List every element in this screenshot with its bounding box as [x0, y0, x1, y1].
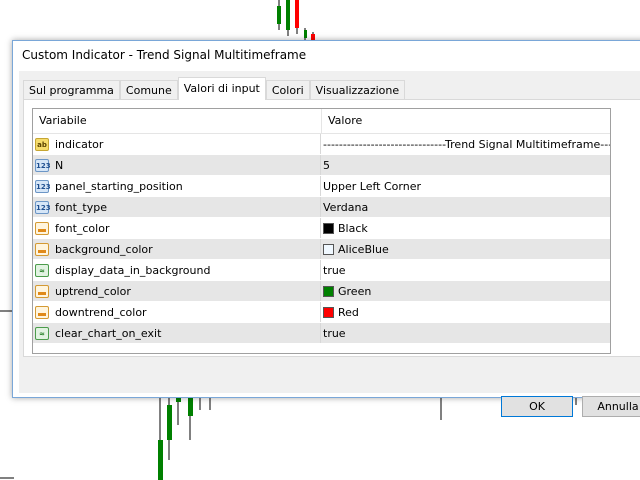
- table-row[interactable]: 123 panel_starting_position Upper Left Cor…: [33, 176, 610, 197]
- value-text: Black: [338, 221, 368, 235]
- color-swatch: [323, 243, 334, 255]
- color-icon: [35, 242, 49, 256]
- table-row[interactable]: ab indicator -----------------------------…: [33, 134, 610, 155]
- tab-comune[interactable]: Comune: [119, 80, 178, 100]
- value-cell[interactable]: Green: [321, 281, 610, 301]
- value-cell[interactable]: Verdana: [321, 197, 610, 217]
- tab-valori-di-input[interactable]: Valori di input: [177, 77, 266, 100]
- value-text: Verdana: [323, 200, 369, 214]
- table-row[interactable]: 123 N 5: [33, 155, 610, 176]
- table-row[interactable]: ≈ clear_chart_on_exit true: [33, 323, 610, 344]
- variable-name: display_data_in_background: [55, 263, 211, 277]
- value-cell[interactable]: true: [321, 260, 610, 280]
- color-swatch: [323, 222, 334, 234]
- boolean-icon: ≈: [35, 263, 49, 277]
- tab-visualizzazione[interactable]: Visualizzazione: [309, 80, 406, 100]
- variable-cell: background_color: [33, 239, 321, 259]
- table-row[interactable]: background_color AliceBlue: [33, 239, 610, 260]
- tab-strip: Sul programma Comune Valori di input Col…: [23, 77, 406, 100]
- value-text: AliceBlue: [338, 242, 389, 256]
- color-swatch: [323, 306, 334, 318]
- table-row[interactable]: downtrend_color Red: [33, 302, 610, 323]
- parameters-grid: Variabile Valore ab indicator ------------…: [32, 108, 611, 354]
- grid-rows: ab indicator -----------------------------…: [33, 134, 610, 344]
- tab-sul-programma[interactable]: Sul programma: [23, 80, 120, 100]
- integer-icon: 123: [35, 200, 51, 214]
- table-row[interactable]: font_color Black: [33, 218, 610, 239]
- value-cell[interactable]: Upper Left Corner: [321, 176, 610, 196]
- value-cell[interactable]: 5: [321, 155, 610, 175]
- color-icon: [35, 221, 49, 235]
- value-text: 5: [323, 158, 330, 172]
- value-text: true: [323, 263, 346, 277]
- variable-name: downtrend_color: [55, 305, 147, 319]
- variable-name: background_color: [55, 242, 153, 256]
- table-row[interactable]: ≈ display_data_in_background true: [33, 260, 610, 281]
- variable-cell: 123 font_type: [33, 197, 321, 217]
- table-row[interactable]: 123 font_type Verdana: [33, 197, 610, 218]
- variable-cell: ab indicator: [33, 134, 321, 154]
- integer-icon: 123: [35, 158, 51, 172]
- variable-name: font_color: [55, 221, 110, 235]
- variable-name: panel_starting_position: [55, 179, 183, 193]
- variable-cell: 123 panel_starting_position: [33, 176, 321, 196]
- variable-cell: uptrend_color: [33, 281, 321, 301]
- integer-icon: 123: [35, 179, 51, 193]
- dialog-client-area: Sul programma Comune Valori di input Col…: [19, 71, 640, 417]
- variable-name: font_type: [55, 200, 107, 214]
- string-icon: ab: [35, 137, 49, 151]
- value-cell[interactable]: Red: [321, 302, 610, 322]
- variable-cell: font_color: [33, 218, 321, 238]
- tab-colori[interactable]: Colori: [265, 80, 310, 100]
- variable-name: indicator: [55, 137, 104, 151]
- color-icon: [35, 305, 49, 319]
- boolean-icon: ≈: [35, 326, 49, 340]
- color-icon: [35, 284, 49, 298]
- value-cell[interactable]: -------------------------------Trend Sig…: [321, 134, 610, 154]
- grid-header: Variabile Valore: [33, 109, 610, 134]
- variable-cell: 123 N: [33, 155, 321, 175]
- column-header-value[interactable]: Valore: [322, 109, 362, 133]
- dialog-title: Custom Indicator - Trend Signal Multitim…: [22, 48, 307, 62]
- variable-name: N: [55, 158, 64, 172]
- variable-cell: ≈ clear_chart_on_exit: [33, 323, 321, 343]
- value-text: true: [323, 326, 346, 340]
- variable-name: uptrend_color: [55, 284, 131, 298]
- value-text: -------------------------------Trend Sig…: [323, 137, 610, 151]
- value-text: Red: [338, 305, 359, 319]
- color-swatch: [323, 285, 334, 297]
- value-cell[interactable]: true: [321, 323, 610, 343]
- cancel-button[interactable]: Annulla: [582, 396, 640, 417]
- input-values-page: Variabile Valore ab indicator ------------…: [23, 99, 640, 357]
- custom-indicator-dialog: Custom Indicator - Trend Signal Multitim…: [12, 40, 640, 417]
- variable-cell: ≈ display_data_in_background: [33, 260, 321, 280]
- value-cell[interactable]: Black: [321, 218, 610, 238]
- ok-button[interactable]: OK: [501, 396, 573, 417]
- value-text: Upper Left Corner: [323, 179, 421, 193]
- value-cell[interactable]: AliceBlue: [321, 239, 610, 259]
- column-header-variable[interactable]: Variabile: [33, 109, 322, 133]
- value-text: Green: [338, 284, 372, 298]
- variable-name: clear_chart_on_exit: [55, 326, 162, 340]
- table-row[interactable]: uptrend_color Green: [33, 281, 610, 302]
- variable-cell: downtrend_color: [33, 302, 321, 322]
